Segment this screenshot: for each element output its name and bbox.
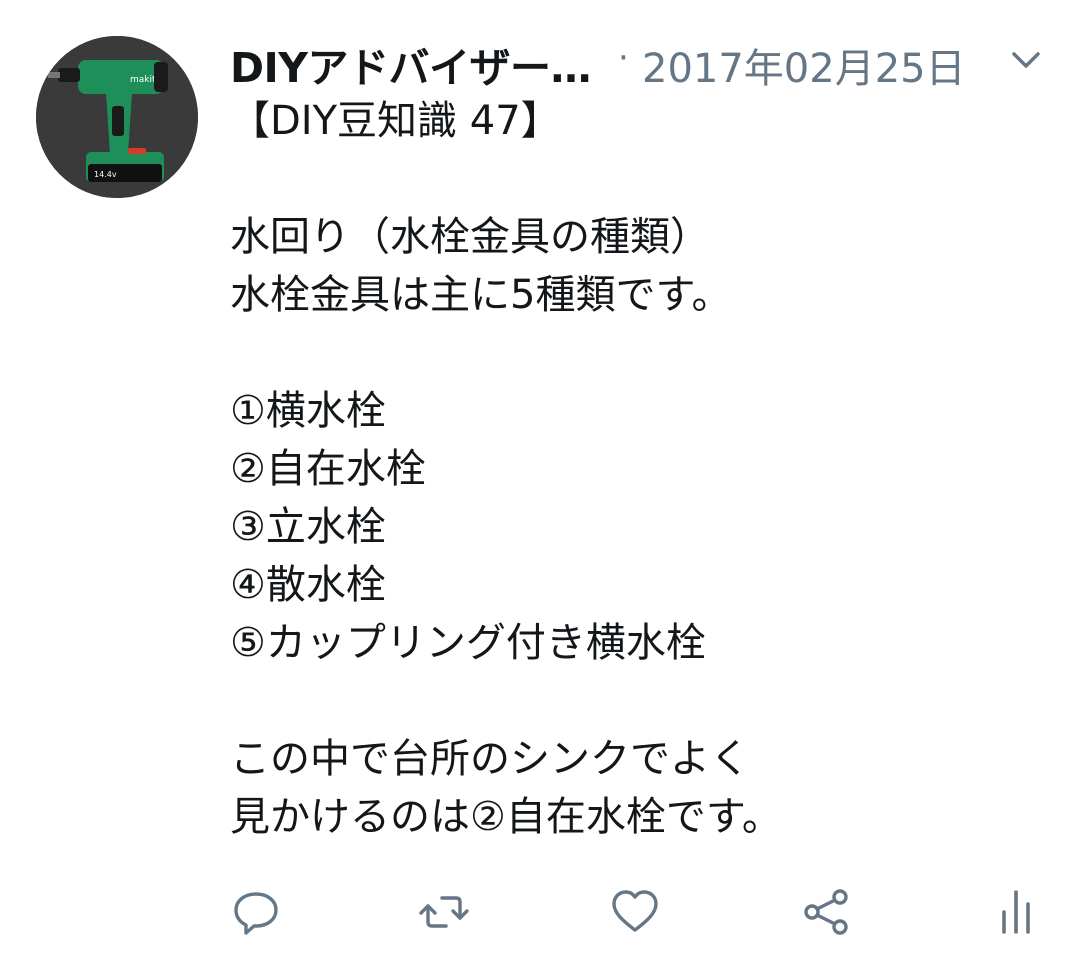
tweet-line: 見かけるのは②自在水栓です。	[230, 794, 782, 840]
tweet-line: この中で台所のシンクでよく	[230, 736, 750, 782]
tweet-actions	[0, 880, 1080, 944]
impact-driver-image: makita 14.4v	[36, 36, 198, 198]
svg-text:14.4v: 14.4v	[94, 170, 117, 179]
tweet-line: 水回り（水栓金具の種類）	[230, 214, 710, 260]
tweet-line: ②自在水栓	[230, 446, 426, 492]
tweet-line	[230, 672, 1050, 730]
tweet-header: DIYアドバイザー… · 2017年02月25日	[230, 30, 1050, 92]
tweet-line: ⑤カップリング付き横水栓	[230, 620, 706, 666]
analytics-icon[interactable]	[990, 886, 1042, 938]
heart-icon[interactable]	[609, 886, 661, 938]
chevron-down-icon[interactable]	[1006, 44, 1046, 78]
tweet[interactable]: makita 14.4v DIYアドバイザー… · 2017年02月25日 【D…	[0, 0, 1080, 972]
tweet-date[interactable]: 2017年02月25日	[642, 36, 966, 94]
tweet-line: ④散水栓	[230, 562, 386, 608]
tweet-line	[230, 150, 1050, 208]
tweet-line: ③立水栓	[230, 504, 386, 550]
reply-icon[interactable]	[230, 886, 282, 938]
author-name[interactable]: DIYアドバイザー…	[230, 34, 591, 94]
avatar[interactable]: makita 14.4v	[36, 36, 198, 198]
header-separator: ·	[618, 38, 629, 78]
tweet-line: 水栓金具は主に5種類です。	[230, 272, 732, 318]
share-icon[interactable]	[800, 886, 852, 938]
tweet-text: 【DIY豆知識 47】 水回り（水栓金具の種類） 水栓金具は主に5種類です。 ①…	[230, 92, 1050, 846]
tweet-line: 【DIY豆知識 47】	[230, 98, 561, 144]
tweet-line: ①横水栓	[230, 388, 386, 434]
retweet-icon[interactable]	[418, 886, 470, 938]
tweet-line	[230, 324, 1050, 382]
